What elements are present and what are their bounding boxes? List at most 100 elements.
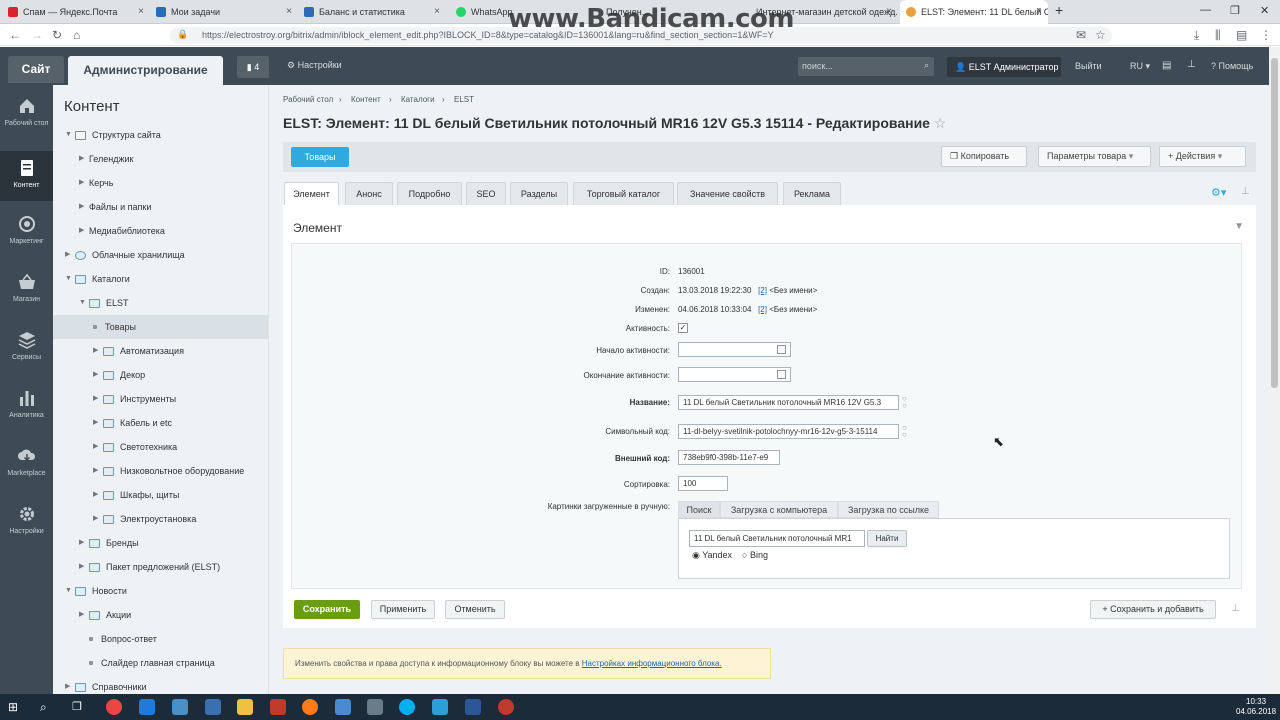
- ext-code-input[interactable]: 738eb9f0-398b-11e7-e9: [678, 450, 780, 465]
- firefox-icon[interactable]: [302, 699, 318, 715]
- minimize-button[interactable]: —: [1200, 4, 1211, 16]
- end-date-input[interactable]: [678, 367, 791, 382]
- app-icon[interactable]: [367, 699, 383, 715]
- close-icon[interactable]: ×: [1036, 6, 1042, 17]
- menu-item-marketing[interactable]: Маркетинг: [0, 215, 53, 259]
- reload-icon[interactable]: ↻: [52, 28, 62, 42]
- active-checkbox[interactable]: ✓: [678, 323, 688, 333]
- search-input[interactable]: поиск... ⌕: [798, 57, 934, 76]
- tree-item[interactable]: ▼ ELST: [79, 291, 268, 315]
- admin-tab[interactable]: Администрирование: [68, 56, 223, 85]
- start-date-input[interactable]: [678, 342, 791, 357]
- tree-item[interactable]: ▼ Каталоги: [65, 267, 268, 291]
- breadcrumb-link[interactable]: ELST: [454, 95, 474, 104]
- forward-icon[interactable]: →: [31, 28, 43, 42]
- chevron-right-icon[interactable]: ▶: [79, 147, 89, 171]
- calendar-icon[interactable]: [777, 370, 786, 379]
- chevron-right-icon[interactable]: ▶: [93, 507, 103, 531]
- search-icon[interactable]: ⌕: [40, 699, 56, 715]
- logout-link[interactable]: Выйти: [1075, 61, 1102, 71]
- tree-item[interactable]: ▶ Медиабиблиотека: [79, 219, 268, 243]
- pin-icon[interactable]: ⊥: [1241, 186, 1250, 197]
- menu-item-marketplace[interactable]: Marketplace: [0, 447, 53, 491]
- tree-item[interactable]: ▼ Структура сайта: [65, 123, 268, 147]
- collapse-icon[interactable]: ▼: [1234, 221, 1244, 232]
- pic-search-input[interactable]: 11 DL белый Светильник потолочный MR1: [689, 530, 865, 547]
- chevron-right-icon[interactable]: ▶: [79, 219, 89, 243]
- breadcrumb-link[interactable]: Контент: [351, 95, 381, 104]
- code-input[interactable]: 11-dl-belyy-svetilnik-potolochnyy-mr16-1…: [678, 424, 899, 439]
- tab-seo[interactable]: SEO: [466, 182, 506, 205]
- library-icon[interactable]: ⫼: [1215, 28, 1221, 43]
- scrollbar-thumb[interactable]: [1271, 58, 1278, 388]
- name-input[interactable]: 11 DL белый Светильник потолочный MR16 1…: [678, 395, 899, 410]
- close-icon[interactable]: ×: [138, 6, 144, 17]
- user-menu[interactable]: 👤 ELST Администратор: [947, 57, 1061, 77]
- menu-item-desktop[interactable]: Рабочий стол: [0, 97, 53, 149]
- link-icon[interactable]: ○ ○: [902, 424, 907, 439]
- chrome-icon[interactable]: [106, 699, 122, 715]
- user-link[interactable]: [2]: [758, 286, 767, 295]
- new-tab-button[interactable]: +: [1055, 2, 1063, 18]
- tab-advertising[interactable]: Реклама: [783, 182, 841, 205]
- translit-icon[interactable]: ○ ○: [902, 395, 907, 410]
- tab-properties[interactable]: Значение свойств: [677, 182, 778, 205]
- chevron-right-icon[interactable]: ▶: [79, 195, 89, 219]
- radio-checked-icon[interactable]: ◉: [692, 550, 700, 560]
- tree-item[interactable]: Слайдер главная страница: [79, 651, 268, 675]
- actions-button[interactable]: + Действия ▾: [1159, 146, 1246, 167]
- browser-tab[interactable]: Спам — Яндекс.Почта ×: [2, 0, 150, 24]
- windows-start-icon[interactable]: ⊞: [8, 699, 24, 715]
- menu-item-services[interactable]: Сервисы: [0, 331, 53, 375]
- browser-tab-active[interactable]: ELST: Элемент: 11 DL белый С... ×: [900, 0, 1048, 24]
- chevron-right-icon[interactable]: ▶: [93, 483, 103, 507]
- chevron-right-icon[interactable]: ▶: [93, 459, 103, 483]
- app-icon[interactable]: [335, 699, 351, 715]
- chevron-right-icon[interactable]: ▶: [79, 531, 89, 555]
- tree-item[interactable]: ▶ Светотехника: [93, 435, 268, 459]
- tree-item[interactable]: ▶ Пакет предложений (ELST): [79, 555, 268, 579]
- word-icon[interactable]: [465, 699, 481, 715]
- tree-item[interactable]: ▶ Декор: [93, 363, 268, 387]
- tree-item[interactable]: ▶ Инструменты: [93, 387, 268, 411]
- filezilla-icon[interactable]: [270, 699, 286, 715]
- skype-icon[interactable]: [399, 699, 415, 715]
- home-icon[interactable]: ⌂: [73, 28, 80, 42]
- task-view-icon[interactable]: ❐: [72, 699, 88, 715]
- breadcrumb-link[interactable]: Каталоги: [401, 95, 435, 104]
- tree-item[interactable]: ▼ Новости: [65, 579, 268, 603]
- chevron-right-icon[interactable]: ▶: [79, 555, 89, 579]
- sort-input[interactable]: 100: [678, 476, 728, 491]
- mail-icon[interactable]: ✉: [1076, 28, 1086, 42]
- menu-item-content[interactable]: Контент: [0, 151, 53, 201]
- iblock-settings-link[interactable]: Настройках информационного блока.: [582, 659, 722, 668]
- product-params-button[interactable]: Параметры товара ▾: [1038, 146, 1151, 167]
- search-icon[interactable]: ⌕: [924, 60, 929, 71]
- close-icon[interactable]: ×: [886, 6, 892, 17]
- chevron-right-icon[interactable]: ▶: [79, 171, 89, 195]
- language-select[interactable]: RU ▾: [1130, 61, 1150, 72]
- app-icon[interactable]: [172, 699, 188, 715]
- bookmark-star-icon[interactable]: ☆: [1095, 28, 1106, 42]
- tab-preview[interactable]: Анонс: [345, 182, 393, 205]
- chevron-right-icon[interactable]: ▶: [79, 603, 89, 627]
- favorite-star-icon[interactable]: ☆: [934, 115, 947, 131]
- cancel-button[interactable]: Отменить: [445, 600, 505, 619]
- maximize-button[interactable]: ❐: [1230, 4, 1240, 17]
- tree-item-selected[interactable]: Товары: [53, 315, 268, 339]
- tree-item[interactable]: ▶ Низковольтное оборудование: [93, 459, 268, 483]
- calendar-icon[interactable]: [777, 345, 786, 354]
- close-window-button[interactable]: ✕: [1260, 4, 1269, 17]
- chevron-right-icon[interactable]: ▶: [65, 243, 75, 267]
- download-icon[interactable]: ⤓: [1194, 28, 1199, 43]
- tree-item[interactable]: ▶ Акции: [79, 603, 268, 627]
- bandicam-icon[interactable]: [498, 699, 514, 715]
- tab-detail[interactable]: Подробно: [397, 182, 462, 205]
- save-and-add-button[interactable]: + Сохранить и добавить: [1090, 600, 1216, 619]
- browser-tab[interactable]: Баланс и статистика ×: [298, 0, 446, 24]
- edge-icon[interactable]: [139, 699, 155, 715]
- pin-icon[interactable]: ⊥: [1231, 603, 1240, 614]
- tree-item[interactable]: ▶ Электроустановка: [93, 507, 268, 531]
- pic-tab-search[interactable]: Поиск: [678, 501, 720, 518]
- chevron-right-icon[interactable]: ▶: [65, 675, 75, 694]
